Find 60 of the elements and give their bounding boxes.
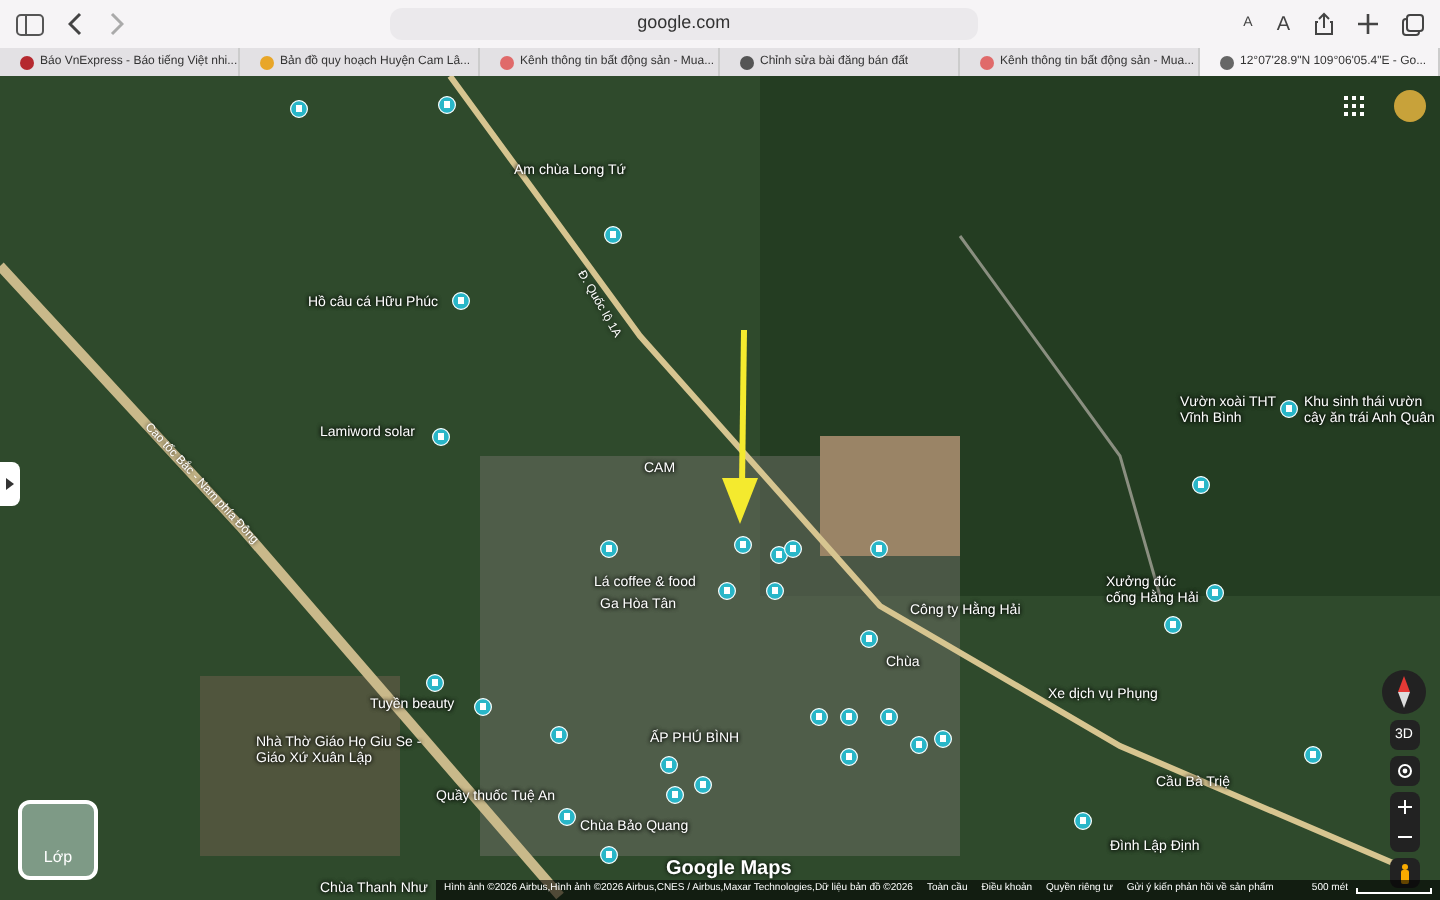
map-pin-icon[interactable] <box>426 674 444 692</box>
favicon-icon <box>1220 55 1234 69</box>
map-pin-icon[interactable] <box>604 226 622 244</box>
map-pin-icon[interactable] <box>438 96 456 114</box>
map-pin-icon[interactable] <box>934 730 952 748</box>
scale-bar <box>1356 887 1432 893</box>
map-pin-icon[interactable] <box>600 846 618 864</box>
my-location-button[interactable] <box>1389 756 1419 786</box>
compass-needle-icon <box>1398 676 1410 708</box>
pegman-icon <box>1399 863 1409 883</box>
new-tab-icon[interactable] <box>1358 14 1378 34</box>
map-pin-icon[interactable] <box>870 540 888 558</box>
map-pin-icon[interactable] <box>452 292 470 310</box>
map-pin-icon[interactable] <box>666 786 684 804</box>
map-pin-icon[interactable] <box>1206 584 1224 602</box>
map-pin-icon[interactable] <box>840 708 858 726</box>
map-pin-icon[interactable] <box>1164 616 1182 634</box>
zoom-control[interactable] <box>1389 792 1419 852</box>
back-icon[interactable] <box>68 12 84 36</box>
map-pin-icon[interactable] <box>1192 476 1210 494</box>
share-icon[interactable] <box>1314 12 1334 36</box>
favicon-icon <box>980 55 994 69</box>
map-pin-icon[interactable] <box>1304 746 1322 764</box>
map-pin-icon[interactable] <box>600 540 618 558</box>
address-text: google.com <box>637 10 731 37</box>
favicon-icon <box>740 55 754 69</box>
map-pin-icon[interactable] <box>718 582 736 600</box>
map-pin-icon[interactable] <box>1280 400 1298 418</box>
street-view-button[interactable] <box>1389 858 1419 888</box>
map-pin-icon[interactable] <box>290 100 308 118</box>
zoom-out-icon[interactable] <box>1397 830 1411 844</box>
favicon-icon <box>20 55 34 69</box>
map-pin-icon[interactable] <box>810 708 828 726</box>
map-pin-icon[interactable] <box>784 540 802 558</box>
favicon-icon <box>500 55 514 69</box>
map-pin-icon[interactable] <box>474 698 492 716</box>
map-logo: Google Maps <box>666 856 792 882</box>
tabs-overview-icon[interactable] <box>1402 13 1424 35</box>
map-pin-icon[interactable] <box>432 428 450 446</box>
favicon-icon <box>260 55 274 69</box>
location-target-icon <box>1395 762 1413 780</box>
map-pin-icon[interactable] <box>550 726 568 744</box>
map-pin-icon[interactable] <box>694 776 712 794</box>
map-pin-icon[interactable] <box>880 708 898 726</box>
map-pin-icon[interactable] <box>734 536 752 554</box>
map-pin-icon[interactable] <box>1074 812 1092 830</box>
zoom-in-icon[interactable] <box>1397 800 1411 814</box>
satellite-map[interactable] <box>0 76 1440 900</box>
address-field[interactable]: google.com <box>389 8 978 40</box>
caret-icon <box>6 478 14 490</box>
map-pin-icon[interactable] <box>840 748 858 766</box>
sidebar-icon[interactable] <box>16 13 44 35</box>
map-pin-icon[interactable] <box>660 756 678 774</box>
map-pin-icon[interactable] <box>910 736 928 754</box>
map-pin-icon[interactable] <box>860 630 878 648</box>
apps-grid-icon[interactable] <box>1344 96 1364 116</box>
larger-text-button[interactable]: A <box>1276 9 1290 39</box>
map-pin-icon[interactable] <box>558 808 576 826</box>
side-panel-toggle[interactable] <box>0 462 20 506</box>
map-pin-icon[interactable] <box>766 582 784 600</box>
